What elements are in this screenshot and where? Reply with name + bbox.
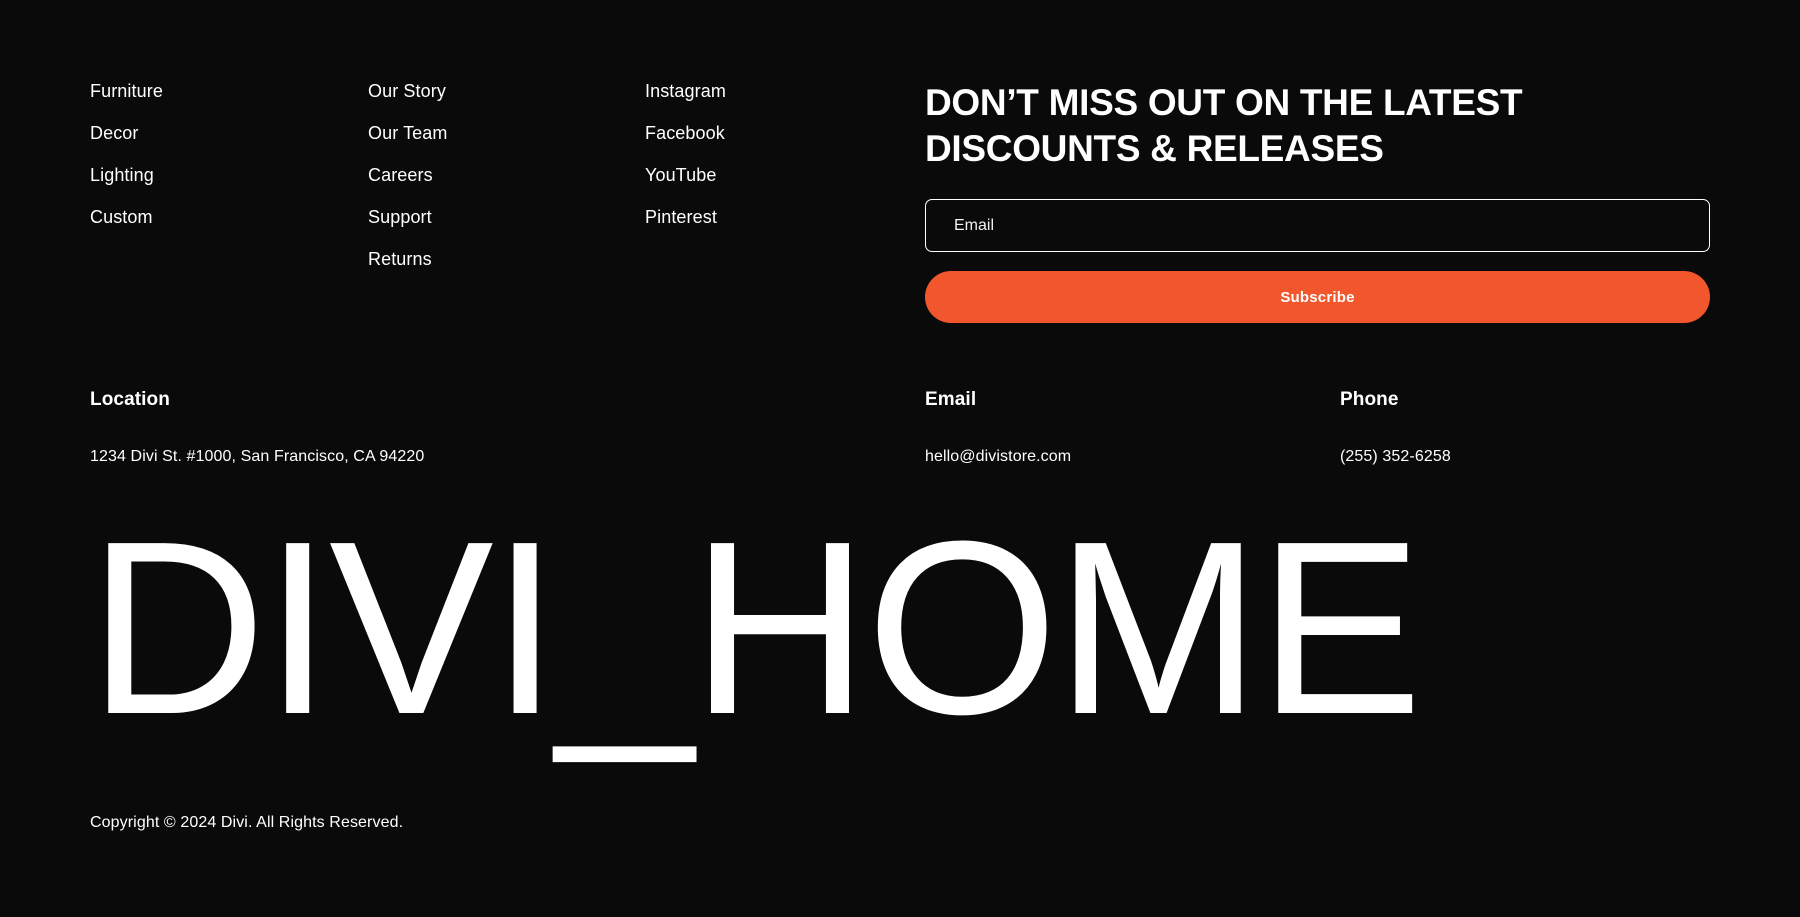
email-label: Email: [925, 389, 977, 410]
nav-link-decor[interactable]: Decor: [90, 122, 139, 144]
contact-block-phone: Phone (255) 352-6258: [1340, 388, 1710, 468]
nav-link-support[interactable]: Support: [368, 206, 432, 228]
footer-nav-shop: Furniture Decor Lighting Custom: [90, 80, 368, 228]
brand-wordmark: DIVI_HOME: [88, 490, 1423, 766]
nav-link-instagram[interactable]: Instagram: [645, 80, 726, 102]
nav-link-facebook[interactable]: Facebook: [645, 122, 725, 144]
nav-link-lighting[interactable]: Lighting: [90, 164, 154, 186]
nav-link-custom[interactable]: Custom: [90, 206, 153, 228]
phone-value[interactable]: (255) 352-6258: [1340, 446, 1451, 468]
footer-contact-region: Location 1234 Divi St. #1000, San Franci…: [90, 388, 1710, 468]
email-value[interactable]: hello@divistore.com: [925, 446, 1071, 468]
nav-link-our-team[interactable]: Our Team: [368, 122, 448, 144]
newsletter-signup: DON’T MISS OUT ON THE LATEST DISCOUNTS &…: [925, 80, 1710, 323]
nav-link-furniture[interactable]: Furniture: [90, 80, 163, 102]
site-footer: Furniture Decor Lighting Custom Our Stor…: [0, 0, 1800, 917]
nav-link-returns[interactable]: Returns: [368, 248, 432, 270]
nav-link-our-story[interactable]: Our Story: [368, 80, 446, 102]
nav-link-careers[interactable]: Careers: [368, 164, 433, 186]
copyright-text: Copyright © 2024 Divi. All Rights Reserv…: [90, 814, 404, 831]
contact-block-location: Location 1234 Divi St. #1000, San Franci…: [90, 388, 925, 468]
location-label: Location: [90, 389, 170, 410]
footer-nav-social: Instagram Facebook YouTube Pinterest: [645, 80, 925, 228]
nav-link-youtube[interactable]: YouTube: [645, 164, 716, 186]
email-input[interactable]: [925, 199, 1710, 252]
newsletter-heading: DON’T MISS OUT ON THE LATEST DISCOUNTS &…: [925, 82, 1523, 169]
subscribe-button[interactable]: Subscribe: [925, 271, 1710, 323]
contact-block-email: Email hello@divistore.com: [925, 388, 1340, 468]
nav-link-pinterest[interactable]: Pinterest: [645, 206, 717, 228]
phone-label: Phone: [1340, 389, 1399, 410]
footer-nav-company: Our Story Our Team Careers Support Retur…: [368, 80, 645, 270]
location-value: 1234 Divi St. #1000, San Francisco, CA 9…: [90, 448, 425, 465]
footer-top-region: Furniture Decor Lighting Custom Our Stor…: [90, 80, 1710, 323]
